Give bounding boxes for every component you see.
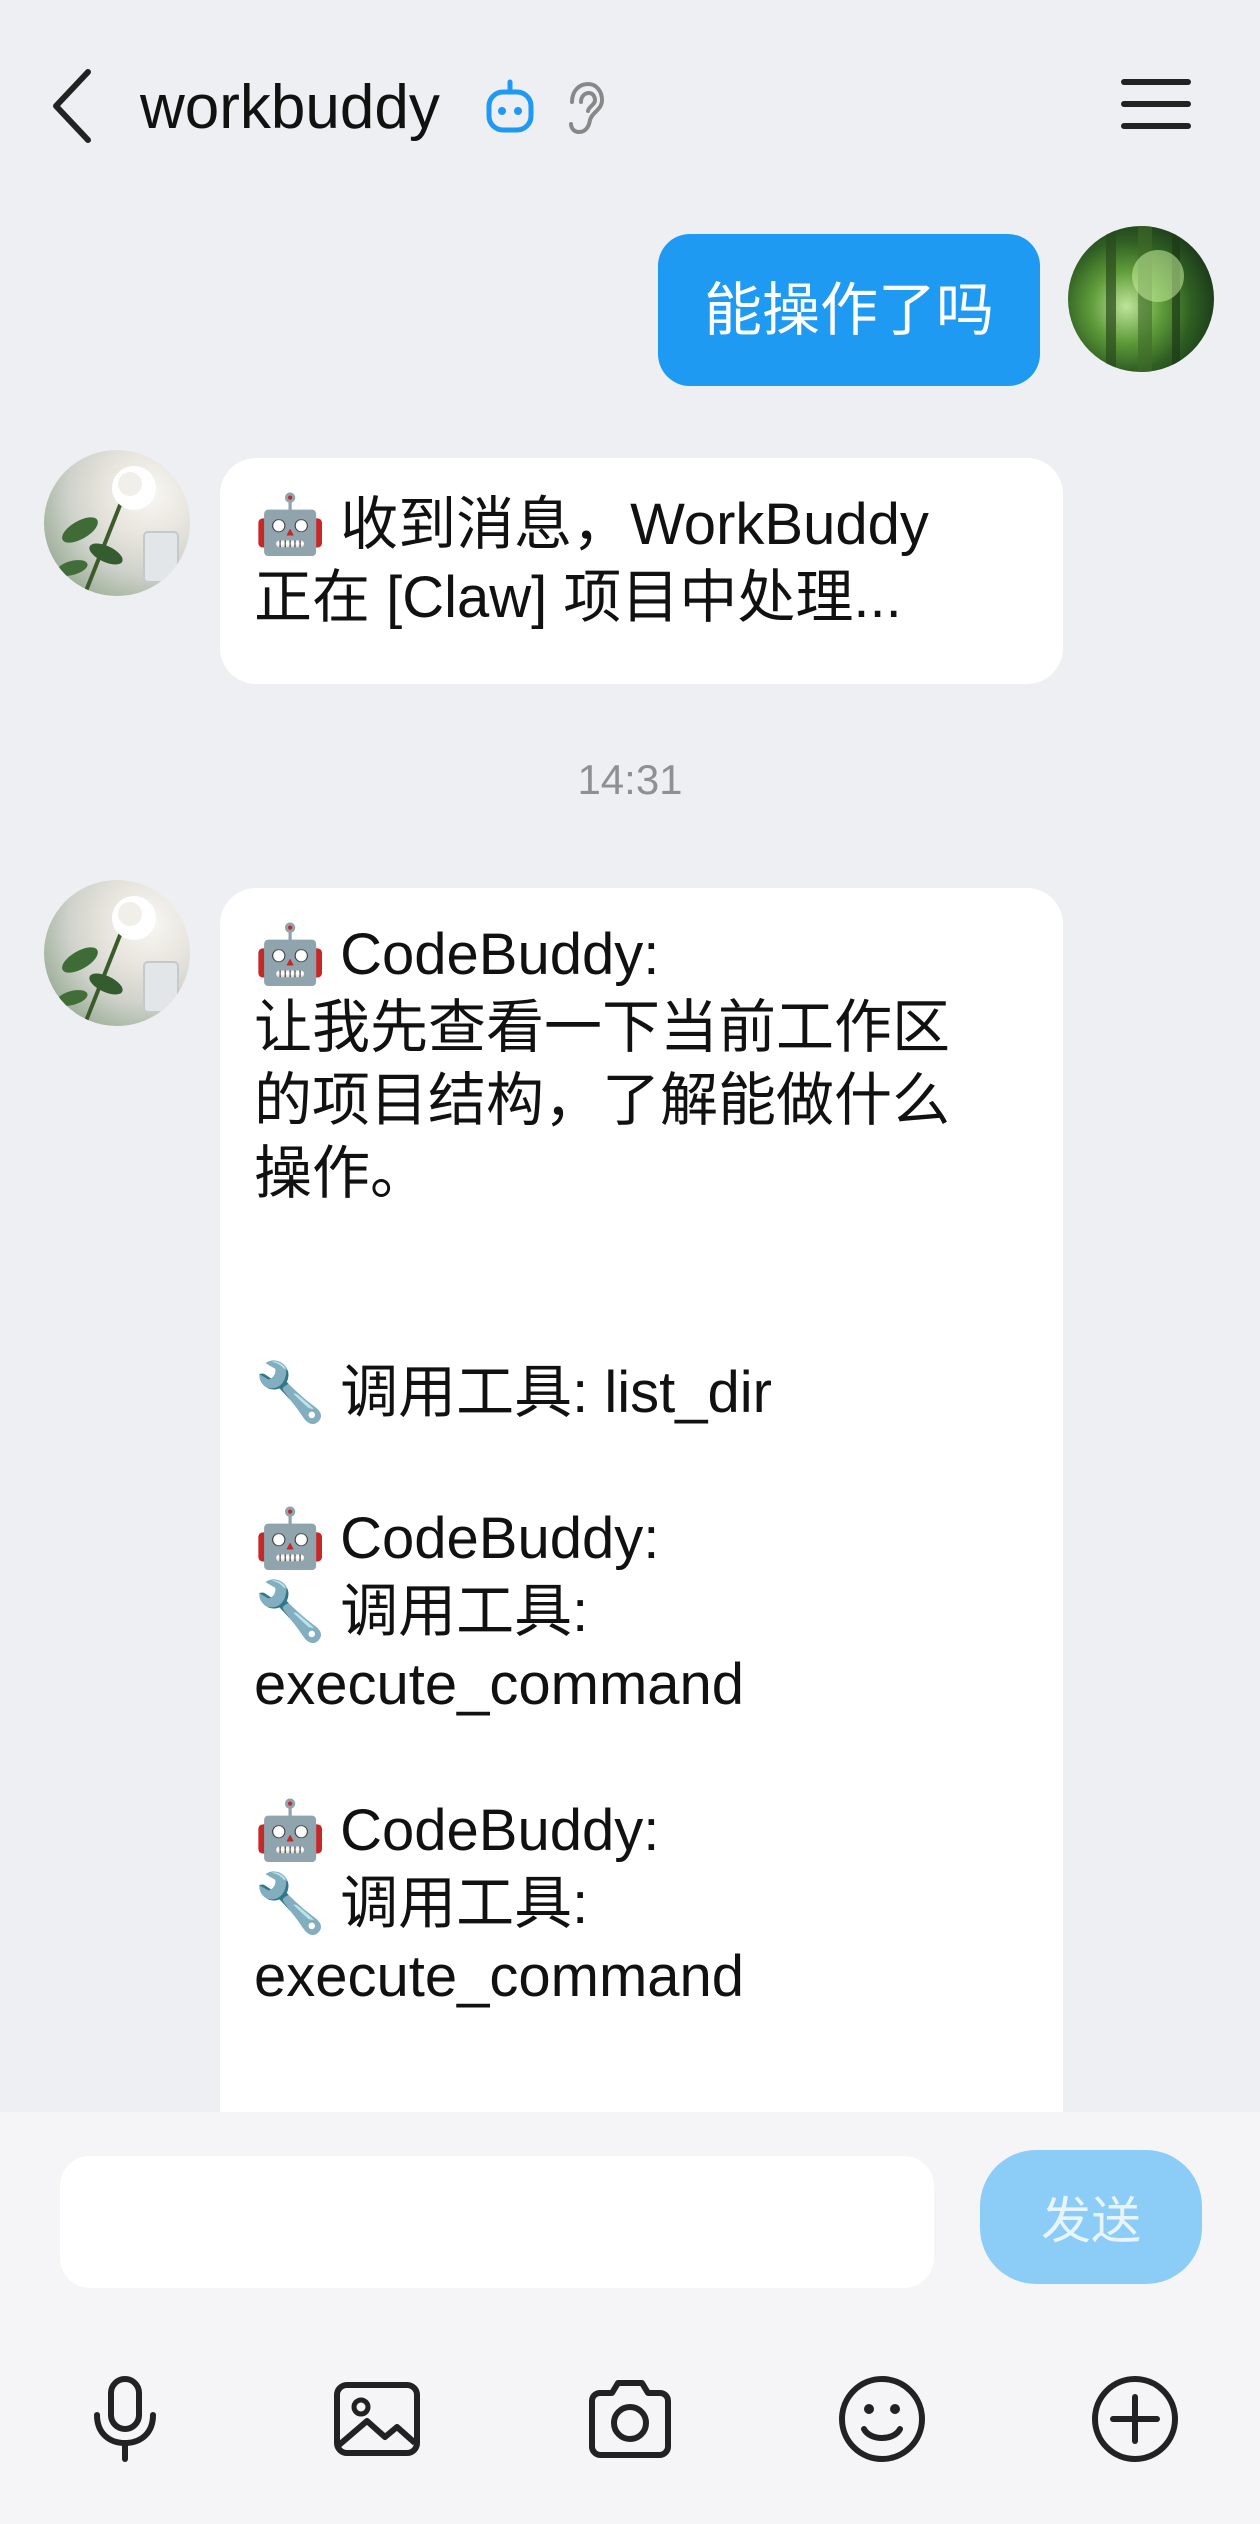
robot-emoji-icon: 🤖 bbox=[254, 1504, 327, 1572]
wrench-icon: 🔧 bbox=[254, 1869, 327, 1937]
message-text: 调用工具: bbox=[324, 1579, 589, 1644]
send-button[interactable]: 发送 bbox=[980, 2150, 1202, 2284]
message-text: 调用工具: bbox=[324, 1871, 589, 1936]
plus-icon bbox=[1092, 2376, 1178, 2462]
chevron-left-icon bbox=[53, 69, 91, 143]
camera-icon bbox=[589, 2380, 671, 2458]
message-input[interactable] bbox=[60, 2156, 934, 2288]
robot-emoji-icon: 🤖 bbox=[254, 1796, 327, 1864]
message-text: execute_command bbox=[254, 1944, 745, 2009]
wrench-icon: 🔧 bbox=[254, 1577, 327, 1645]
microphone-icon bbox=[94, 2376, 156, 2462]
user-message-bubble[interactable]: 能操作了吗 bbox=[658, 234, 1040, 386]
message-text: CodeBuddy: bbox=[324, 1798, 660, 1863]
message-text: 的项目结构，了解能做什么 bbox=[254, 1068, 951, 1133]
bot-avatar[interactable] bbox=[44, 450, 190, 596]
message-text: 调用工具: list_dir bbox=[324, 1360, 772, 1425]
bot-message-bubble[interactable]: 🤖 CodeBuddy: 让我先查看一下当前工作区 的项目结构，了解能做什么 操… bbox=[220, 888, 1063, 2112]
ear-icon[interactable] bbox=[562, 80, 608, 136]
voice-button[interactable] bbox=[70, 2364, 180, 2474]
menu-icon[interactable] bbox=[1120, 74, 1192, 134]
chat-title: workbuddy bbox=[140, 73, 440, 142]
bot-avatar[interactable] bbox=[44, 880, 190, 1026]
message-text: CodeBuddy: bbox=[324, 1506, 660, 1571]
message-text: execute_command bbox=[254, 1652, 745, 1717]
emoji-icon bbox=[839, 2376, 925, 2462]
image-icon bbox=[334, 2382, 420, 2456]
chat-screen: workbuddy 能操作了吗 🤖 收到消息，WorkBuddy 正在 [Cla… bbox=[0, 0, 1260, 2524]
emoji-button[interactable] bbox=[827, 2364, 937, 2474]
header-bar: workbuddy bbox=[0, 0, 1260, 200]
user-avatar[interactable] bbox=[1068, 226, 1214, 372]
message-text: 收到消息，WorkBuddy bbox=[324, 492, 929, 557]
more-button[interactable] bbox=[1080, 2364, 1190, 2474]
bot-message-bubble[interactable]: 🤖 收到消息，WorkBuddy 正在 [Claw] 项目中处理... bbox=[220, 458, 1063, 684]
robot-icon bbox=[486, 79, 534, 133]
wrench-icon: 🔧 bbox=[254, 1358, 327, 1426]
back-button[interactable] bbox=[48, 62, 108, 150]
camera-button[interactable] bbox=[575, 2364, 685, 2474]
message-text: CodeBuddy: bbox=[324, 922, 660, 987]
message-text: 操作。 bbox=[254, 1141, 429, 1206]
message-list[interactable]: 能操作了吗 🤖 收到消息，WorkBuddy 正在 [Claw] 项目中处理..… bbox=[0, 200, 1260, 2112]
message-text: 正在 [Claw] 项目中处理... bbox=[254, 565, 902, 630]
image-button[interactable] bbox=[322, 2364, 432, 2474]
robot-emoji-icon: 🤖 bbox=[254, 490, 327, 558]
robot-emoji-icon: 🤖 bbox=[254, 920, 327, 988]
composer-bar: 发送 bbox=[0, 2112, 1260, 2524]
message-text: 让我先查看一下当前工作区 bbox=[254, 995, 951, 1060]
message-timestamp: 14:31 bbox=[577, 756, 683, 803]
